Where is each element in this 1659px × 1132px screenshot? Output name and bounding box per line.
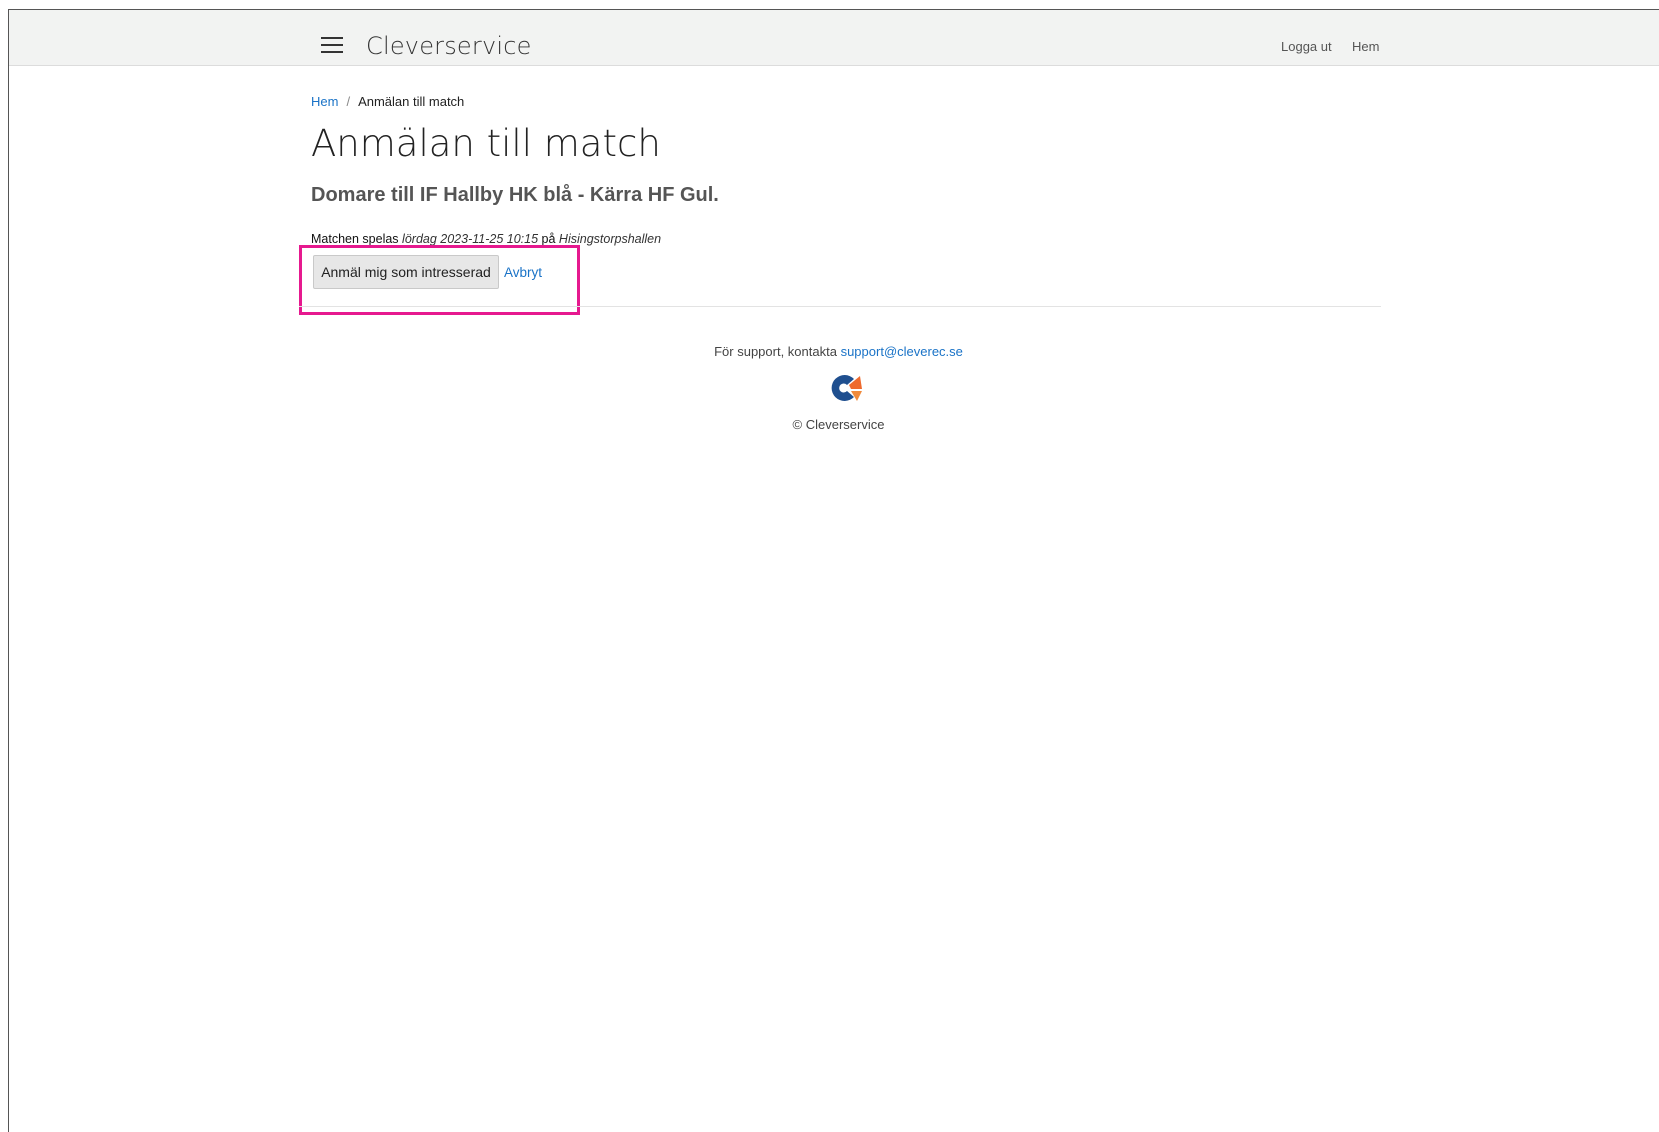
breadcrumb-separator: / bbox=[346, 94, 351, 109]
browser-viewport: Cleverservice Logga ut Hem Hem / Anmälan t… bbox=[8, 9, 1659, 1132]
match-info-prefix: Matchen spelas bbox=[311, 232, 399, 246]
breadcrumb-current: Anmälan till match bbox=[358, 94, 465, 109]
support-text: För support, kontakta support@cleverec.s… bbox=[9, 344, 1659, 359]
support-label: För support, kontakta bbox=[714, 344, 837, 359]
match-info: Matchen spelas lördag 2023-11-25 10:15 p… bbox=[311, 232, 661, 246]
content-divider bbox=[299, 306, 1381, 307]
home-nav-link[interactable]: Hem bbox=[1352, 39, 1379, 54]
page-title: Anmälan till match bbox=[311, 122, 661, 165]
breadcrumb-home-link[interactable]: Hem bbox=[311, 94, 338, 109]
register-interest-button[interactable]: Anmäl mig som intresserad bbox=[313, 255, 499, 289]
brand-title[interactable]: Cleverservice bbox=[366, 32, 532, 60]
support-email-link[interactable]: support@cleverec.se bbox=[841, 344, 963, 359]
copyright-text: © Cleverservice bbox=[792, 417, 885, 432]
match-venue: Hisingstorpshallen bbox=[558, 232, 662, 246]
logout-link[interactable]: Logga ut bbox=[1281, 39, 1332, 54]
cleverservice-logo-icon bbox=[831, 375, 862, 401]
match-info-connector: på bbox=[541, 232, 556, 246]
breadcrumb: Hem / Anmälan till match bbox=[311, 94, 464, 109]
top-navbar: Cleverservice Logga ut Hem bbox=[9, 10, 1659, 66]
hamburger-menu-icon[interactable] bbox=[321, 37, 343, 55]
page-subtitle: Domare till IF Hallby HK blå - Kärra HF … bbox=[311, 184, 719, 206]
match-datetime: lördag 2023-11-25 10:15 bbox=[402, 232, 539, 246]
cancel-link[interactable]: Avbryt bbox=[504, 265, 542, 280]
